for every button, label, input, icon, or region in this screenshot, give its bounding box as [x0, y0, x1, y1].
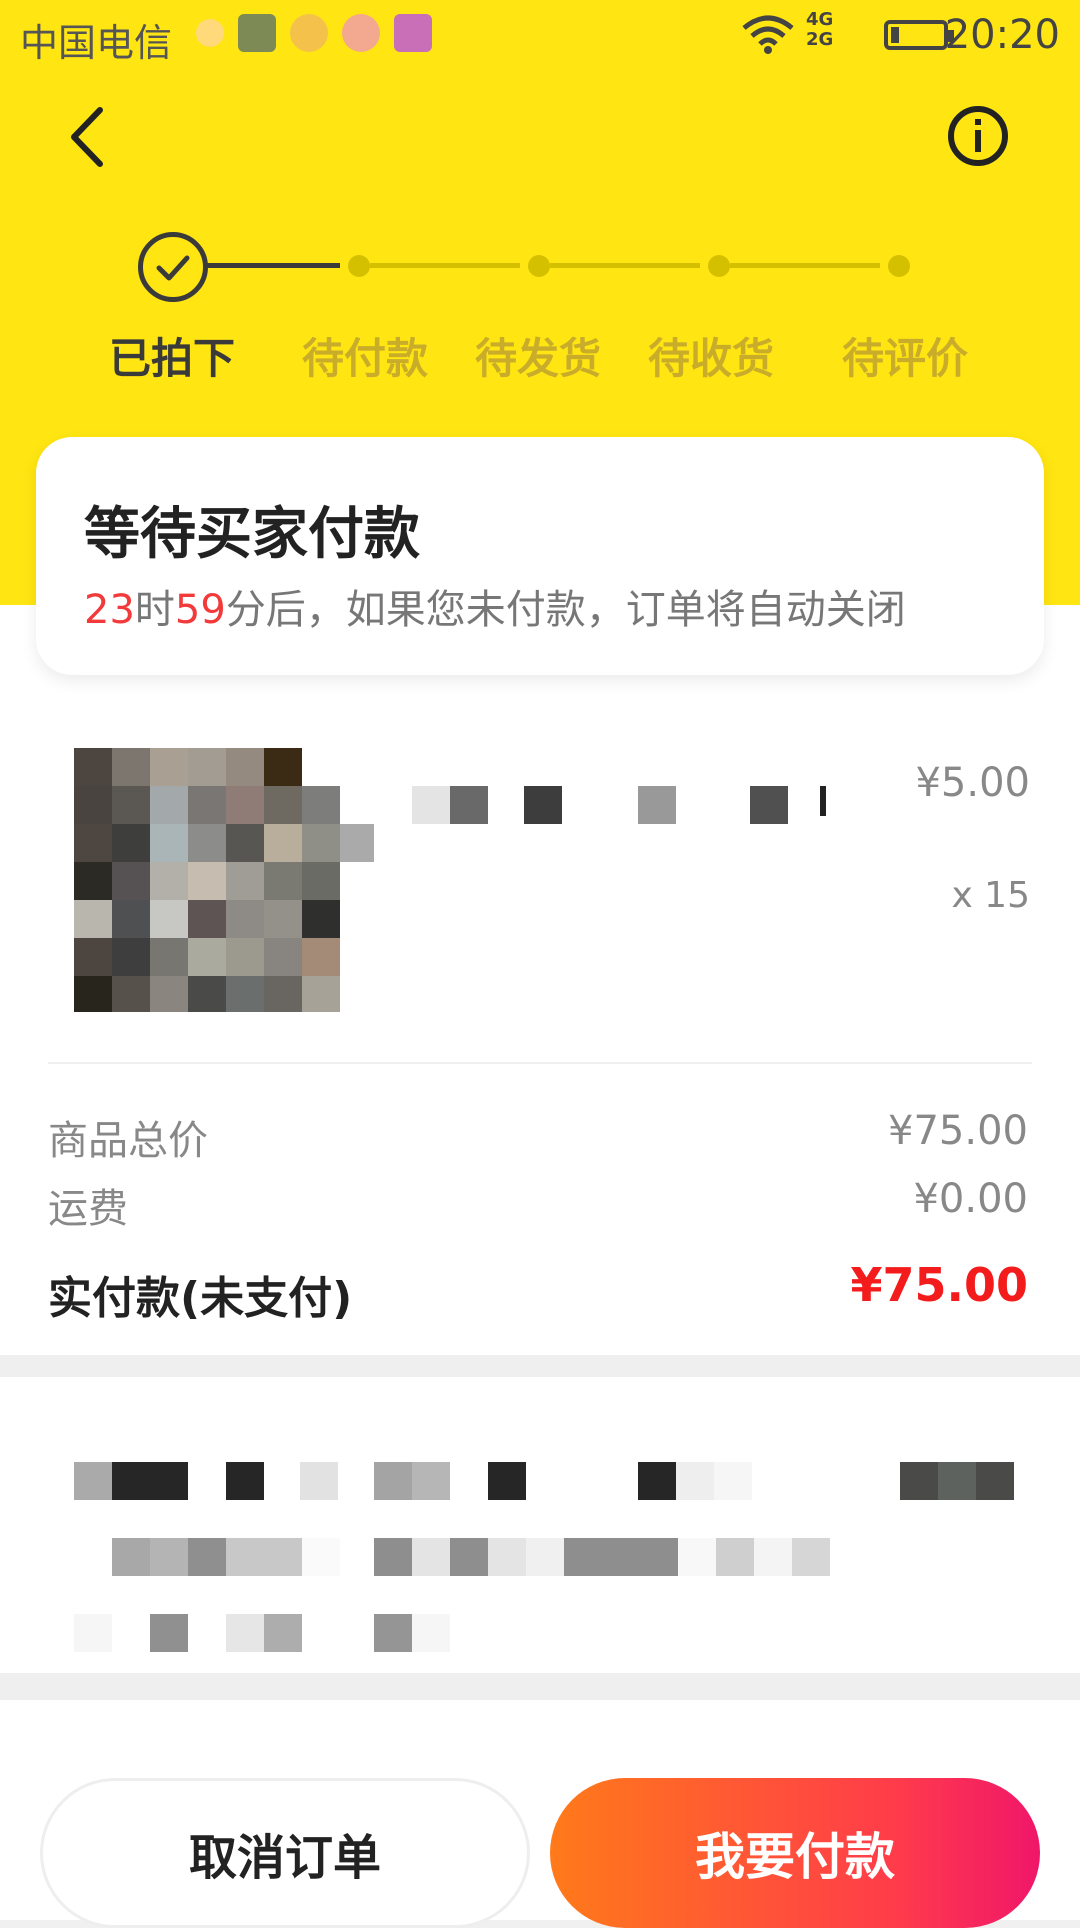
countdown-message: 分后，如果您未付款，订单将自动关闭 — [225, 587, 906, 633]
payment-countdown: 23时59分后，如果您未付款，订单将自动关闭 — [84, 587, 906, 633]
back-arrow-icon[interactable] — [60, 102, 120, 172]
notification-icon — [196, 19, 224, 47]
carrier-name: 中国电信 — [20, 21, 173, 65]
status-bar: 中国电信 4G 2G 20:20 — [0, 0, 1080, 72]
cancel-order-button[interactable]: 取消订单 — [40, 1778, 530, 1928]
product-unit-price: ¥5.00 — [915, 760, 1030, 806]
app-notification-icon — [290, 14, 328, 52]
order-status-title: 等待买家付款 — [84, 502, 420, 567]
shipping-label: 运费 — [48, 1186, 128, 1232]
pay-now-button[interactable]: 我要付款 — [550, 1778, 1040, 1928]
clock: 20:20 — [944, 12, 1060, 58]
progress-line — [730, 263, 880, 268]
step-label-ordered: 已拍下 — [108, 334, 235, 383]
step-label-to-ship: 待发货 — [474, 334, 601, 383]
gallery-notification-icon — [394, 14, 432, 52]
avatar-notification-icon — [342, 14, 380, 52]
goods-total-value: ¥75.00 — [888, 1108, 1028, 1154]
photo-notification-icon — [238, 14, 276, 52]
step-dot — [528, 255, 550, 277]
paid-amount-value: ¥75.00 — [850, 1258, 1028, 1312]
shipping-address-redacted[interactable] — [74, 1462, 1034, 1652]
progress-line — [205, 263, 340, 268]
progress-line — [550, 263, 700, 268]
goods-total-label: 商品总价 — [48, 1118, 208, 1164]
step-dot — [888, 255, 910, 277]
step-label-to-pay: 待付款 — [301, 334, 428, 383]
product-thumbnail — [74, 748, 374, 1012]
shipping-value: ¥0.00 — [913, 1176, 1028, 1222]
countdown-hours: 23 — [84, 587, 135, 633]
battery-icon — [884, 20, 954, 50]
paid-amount-label: 实付款(未支付) — [48, 1273, 353, 1324]
product-quantity: x 15 — [951, 875, 1030, 916]
section-separator — [0, 1673, 1080, 1700]
step-label-to-receive: 待收货 — [647, 334, 774, 383]
signal-icon: 4G 2G — [806, 9, 834, 50]
step-dot — [708, 255, 730, 277]
wifi-icon — [742, 15, 794, 54]
notification-icons — [196, 14, 432, 52]
progress-line — [370, 263, 520, 268]
product-title-redacted — [412, 786, 826, 824]
divider — [48, 1062, 1032, 1064]
countdown-minutes: 59 — [174, 587, 226, 633]
step-label-to-review: 待评价 — [841, 334, 968, 383]
section-separator — [0, 1355, 1080, 1377]
order-status-card: 等待买家付款 23时59分后，如果您未付款，订单将自动关闭 — [36, 437, 1044, 675]
check-icon — [138, 232, 208, 302]
step-dot — [348, 255, 370, 277]
info-icon[interactable] — [946, 104, 1010, 168]
